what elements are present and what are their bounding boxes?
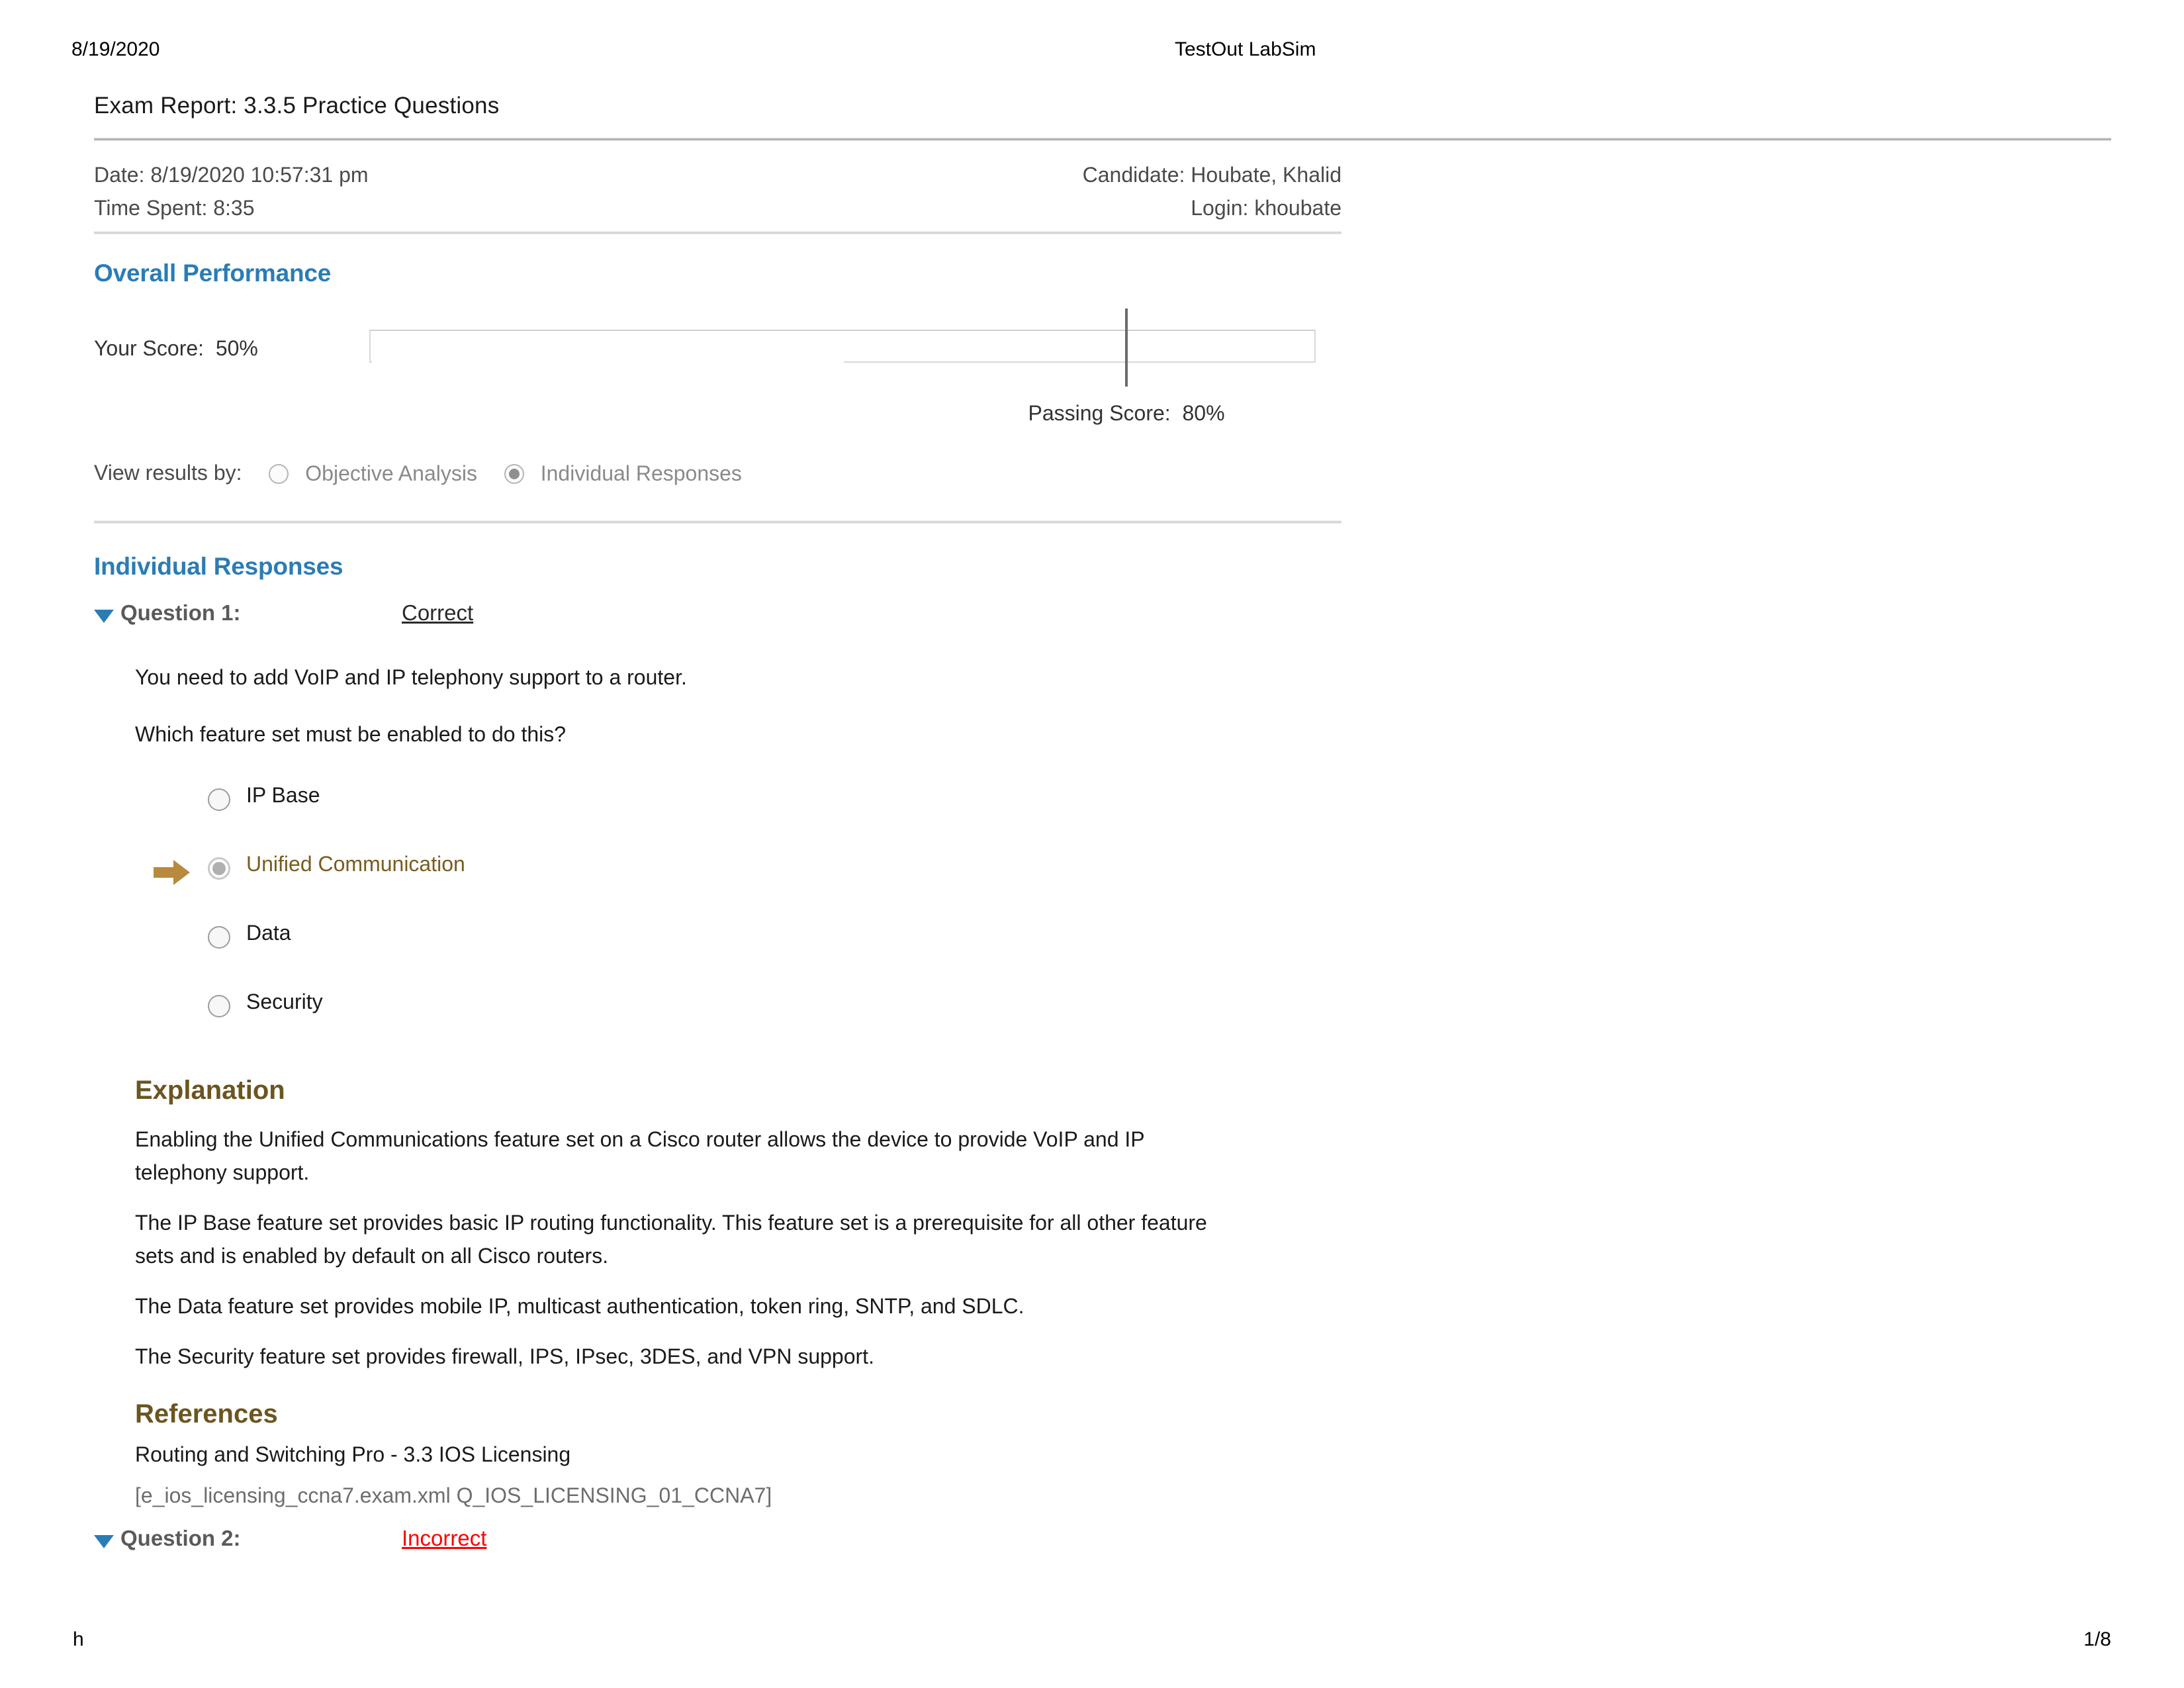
view-results-row: View results by: Objective Analysis Indi… — [94, 459, 2113, 500]
score-row: Your Score: 50% Passing Score: 80% — [94, 308, 2113, 425]
explanation-heading: Explanation — [135, 1076, 285, 1105]
your-score-label: Your Score: 50% — [94, 336, 258, 360]
answer-option-label: Security — [246, 990, 323, 1013]
view-results-divider — [94, 520, 1342, 524]
title-divider — [94, 138, 2111, 141]
answer-option-selected[interactable]: Unified Communication — [135, 843, 2113, 912]
explanation-paragraph: Enabling the Unified Communications feat… — [135, 1127, 1145, 1184]
meta-row-time: Time Spent: 8:35 Login: khoubate — [94, 191, 1342, 224]
question-1-header[interactable]: Question 1: Correct — [94, 600, 2113, 635]
explanation-paragraph: The IP Base feature set provides basic I… — [135, 1211, 1207, 1268]
question-1-stem-line-2: Which feature set must be enabled to do … — [135, 722, 567, 746]
radio-button-checked-icon[interactable] — [504, 463, 524, 484]
radio-button-icon[interactable] — [208, 995, 230, 1017]
chevron-down-icon[interactable] — [94, 610, 114, 623]
chevron-down-icon[interactable] — [94, 1535, 114, 1548]
question-1-label: Question 1: — [120, 600, 241, 625]
print-footer-page: 1/8 — [2083, 1628, 2111, 1650]
question-2-status[interactable]: Incorrect — [402, 1526, 486, 1551]
meta-date: Date: 8/19/2020 10:57:31 pm — [94, 163, 369, 187]
print-header-date: 8/19/2020 — [71, 38, 160, 60]
report-meta: Date: 8/19/2020 10:57:31 pm Candidate: H… — [94, 158, 1342, 231]
meta-time-spent: Time Spent: 8:35 — [94, 196, 255, 220]
radio-button-icon[interactable] — [208, 926, 230, 949]
radio-objective-analysis[interactable]: Objective Analysis — [269, 460, 477, 486]
question-1-stem-line-1: You need to add VoIP and IP telephony su… — [135, 665, 687, 689]
answer-option-label: Data — [246, 921, 291, 945]
answer-option[interactable]: Data — [135, 912, 2113, 980]
meta-candidate: Candidate: Houbate, Khalid — [1082, 163, 1342, 187]
radio-individual-responses-label: Individual Responses — [540, 461, 742, 486]
score-bar-track — [369, 330, 1316, 363]
answer-option-label: IP Base — [246, 783, 320, 807]
view-results-label: View results by: — [94, 461, 242, 485]
print-header: 8/19/2020 TestOut LabSim — [66, 38, 2118, 65]
passing-score-marker — [1125, 308, 1128, 387]
arrow-right-icon — [154, 859, 191, 886]
question-2-header[interactable]: Question 2: Incorrect — [94, 1526, 2113, 1560]
references-heading: References — [135, 1399, 278, 1429]
reference-item-id: [e_ios_licensing_ccna7.exam.xml Q_IOS_LI… — [135, 1483, 772, 1507]
overall-performance-heading: Overall Performance — [94, 259, 332, 287]
print-header-site: TestOut LabSim — [1175, 38, 1316, 60]
radio-button-checked-icon[interactable] — [208, 857, 230, 880]
radio-button-icon[interactable] — [208, 788, 230, 811]
meta-row-date: Date: 8/19/2020 10:57:31 pm Candidate: H… — [94, 158, 1342, 191]
meta-divider — [94, 231, 1342, 234]
answer-option[interactable]: IP Base — [135, 774, 2113, 843]
question-1-status[interactable]: Correct — [402, 600, 473, 626]
report-container: Exam Report: 3.3.5 Practice Questions Da… — [94, 93, 2113, 1560]
score-bar-fill — [372, 332, 844, 363]
page-title: Exam Report: 3.3.5 Practice Questions — [94, 93, 500, 118]
question-1-body: You need to add VoIP and IP telephony su… — [135, 663, 2113, 1511]
radio-objective-analysis-label: Objective Analysis — [305, 461, 477, 486]
exam-report-page: 8/19/2020 TestOut LabSim Exam Report: 3.… — [0, 0, 2184, 1688]
passing-score-label: Passing Score: 80% — [1028, 401, 1225, 425]
explanation-paragraph: The Security feature set provides firewa… — [135, 1344, 874, 1368]
question-2-label: Question 2: — [120, 1526, 241, 1550]
reference-item: Routing and Switching Pro - 3.3 IOS Lice… — [135, 1442, 571, 1466]
individual-responses-heading: Individual Responses — [94, 553, 343, 580]
radio-button-icon[interactable] — [269, 463, 289, 484]
explanation-paragraph: The Data feature set provides mobile IP,… — [135, 1294, 1024, 1318]
print-footer-left: h — [73, 1628, 84, 1650]
answer-option-label: Unified Communication — [246, 852, 465, 876]
score-bar-wrapper: Passing Score: 80% — [369, 308, 1316, 425]
radio-individual-responses[interactable]: Individual Responses — [504, 460, 742, 486]
question-1-answers: IP Base Unified Communication Data Secur… — [135, 774, 2113, 1049]
meta-login: Login: khoubate — [1191, 196, 1342, 220]
answer-option[interactable]: Security — [135, 980, 2113, 1049]
print-footer: h 1/8 — [66, 1628, 2118, 1655]
